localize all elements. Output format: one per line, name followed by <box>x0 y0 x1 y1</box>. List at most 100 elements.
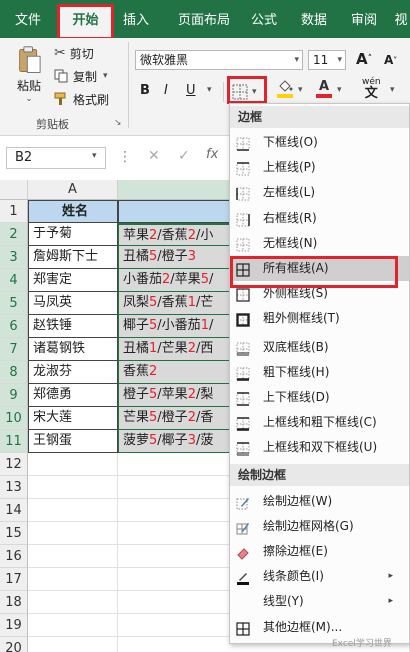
row-header[interactable]: 16 <box>0 545 28 568</box>
fill-dropdown-icon[interactable]: ▾ <box>298 85 303 95</box>
menu-item-top-thick-bottom-border[interactable]: 上框线和粗下框线(C) <box>230 410 409 435</box>
tab-page-layout[interactable]: 页面布局 <box>168 8 240 34</box>
empty-cell[interactable] <box>28 614 118 637</box>
name-cell[interactable]: 宋大莲 <box>28 407 118 430</box>
fill-color-button[interactable] <box>277 80 293 98</box>
menu-item-top-double-bottom-border[interactable]: 上框线和双下框线(U) <box>230 435 409 460</box>
row-header[interactable]: 7 <box>0 338 28 361</box>
chevron-down-icon[interactable]: ▾ <box>92 151 97 161</box>
empty-cell[interactable] <box>28 476 118 499</box>
row-header[interactable]: 18 <box>0 591 28 614</box>
row-header[interactable]: 20 <box>0 637 28 652</box>
column-header[interactable]: A <box>28 180 118 200</box>
fruit-name: 菠萝 <box>123 433 150 448</box>
row-header[interactable]: 2 <box>0 223 28 246</box>
paste-dropdown-icon[interactable]: ⌄ <box>25 94 33 104</box>
name-cell[interactable]: 赵铁锤 <box>28 315 118 338</box>
decrease-font-button[interactable]: A ˅ <box>384 53 397 67</box>
row-header[interactable]: 1 <box>0 200 28 223</box>
cancel-icon[interactable]: ✕ <box>148 148 160 164</box>
menu-item-no-border[interactable]: 无框线(N) <box>230 231 409 256</box>
empty-cell[interactable] <box>28 453 118 476</box>
fruit-name: 芒果 <box>123 410 150 425</box>
phonetic-dropdown-icon[interactable]: ▾ <box>390 85 395 95</box>
cut-label: 剪切 <box>69 46 94 61</box>
menu-item-eraser[interactable]: 擦除边框(E) <box>230 539 409 564</box>
row-header[interactable]: 19 <box>0 614 28 637</box>
empty-cell[interactable] <box>28 545 118 568</box>
enter-icon[interactable]: ✓ <box>178 148 190 164</box>
name-cell[interactable]: 郑德勇 <box>28 384 118 407</box>
paste-button[interactable]: 粘贴 ⌄ <box>12 46 46 104</box>
name-cell[interactable]: 诸葛钢铁 <box>28 338 118 361</box>
menu-item-top-border[interactable]: 上框线(P) <box>230 155 409 180</box>
row-header[interactable]: 10 <box>0 407 28 430</box>
row-header[interactable]: 12 <box>0 453 28 476</box>
menu-item-top-bottom-border[interactable]: 上下框线(D) <box>230 385 409 410</box>
eraser-icon <box>236 544 250 560</box>
name-cell[interactable]: 马凤英 <box>28 292 118 315</box>
row-header[interactable]: 3 <box>0 246 28 269</box>
name-cell[interactable]: 詹姆斯下士 <box>28 246 118 269</box>
increase-font-button[interactable]: A ˄ <box>356 50 372 68</box>
cut-button[interactable]: ✂ 剪切 <box>54 44 94 62</box>
tab-view[interactable]: 视 <box>392 8 410 34</box>
empty-cell[interactable] <box>28 499 118 522</box>
empty-cell[interactable] <box>28 591 118 614</box>
tab-data[interactable]: 数据 <box>294 8 334 34</box>
row-header[interactable]: 15 <box>0 522 28 545</box>
row-header[interactable]: 17 <box>0 568 28 591</box>
menu-item-thick-outside-borders[interactable]: 粗外侧框线(T) <box>230 306 409 331</box>
tab-insert[interactable]: 插入 <box>116 8 156 34</box>
name-box[interactable]: B2 <box>6 147 106 169</box>
name-cell[interactable]: 郑害定 <box>28 269 118 292</box>
format-painter-button[interactable]: 格式刷 <box>54 90 109 108</box>
name-cell[interactable]: 于予菊 <box>28 223 118 246</box>
bold-button[interactable]: B <box>140 83 150 98</box>
fruit-quantity: 1 <box>200 318 209 333</box>
row-header[interactable]: 11 <box>0 430 28 453</box>
empty-cell[interactable] <box>28 522 118 545</box>
font-name-box[interactable]: 微软雅黑 ▾ <box>135 50 303 70</box>
tab-file[interactable]: 文件 <box>6 8 50 34</box>
table-header-name[interactable]: 姓名 <box>28 200 118 223</box>
copy-dropdown-icon[interactable]: ▾ <box>103 71 108 81</box>
menu-item-thick-bottom-border[interactable]: 粗下框线(H) <box>230 360 409 385</box>
row-header[interactable]: 6 <box>0 315 28 338</box>
menu-item-draw-border[interactable]: 绘制边框(W) <box>230 489 409 514</box>
italic-button[interactable]: I <box>164 83 168 98</box>
insert-function-icon[interactable]: fx <box>206 147 218 162</box>
select-all-corner[interactable] <box>0 180 28 200</box>
empty-cell[interactable] <box>28 568 118 591</box>
menu-section-draw-borders: 绘制边框 <box>230 463 409 486</box>
row-header[interactable]: 13 <box>0 476 28 499</box>
name-cell[interactable]: 王钢蛋 <box>28 430 118 453</box>
row-header[interactable]: 14 <box>0 499 28 522</box>
row-header[interactable]: 5 <box>0 292 28 315</box>
underline-button[interactable]: U <box>186 83 196 98</box>
row-header[interactable]: 8 <box>0 361 28 384</box>
tab-formulas[interactable]: 公式 <box>244 8 284 34</box>
menu-item-label: 线条颜色(I) <box>263 569 324 584</box>
tab-review[interactable]: 审阅 <box>344 8 384 34</box>
font-size-box[interactable]: 11 ▾ <box>308 50 346 70</box>
row-header[interactable]: 4 <box>0 269 28 292</box>
name-cell[interactable]: 龙淑芬 <box>28 361 118 384</box>
dialog-launcher-icon[interactable]: ↘ <box>114 118 122 128</box>
menu-item-label: 下框线(O) <box>263 135 318 149</box>
menu-item-double-bottom-border[interactable]: 双底框线(B) <box>230 335 409 360</box>
menu-item-right-border[interactable]: 右框线(R) <box>230 206 409 231</box>
menu-item-left-border[interactable]: 左框线(L) <box>230 180 409 205</box>
underline-dropdown-icon[interactable]: ▾ <box>207 85 212 95</box>
menu-item-label: 线型(Y) <box>263 594 304 609</box>
menu-item-draw-border-grid[interactable]: 绘制边框网格(G) <box>230 514 409 539</box>
menu-item-line-color[interactable]: 线条颜色(I) ▸ <box>230 564 409 589</box>
copy-button[interactable]: 复制 ▾ <box>54 67 108 85</box>
phonetic-button[interactable]: wén 文 <box>362 76 381 100</box>
empty-cell[interactable] <box>28 637 118 652</box>
font-color-button[interactable]: A <box>316 80 332 98</box>
row-header[interactable]: 9 <box>0 384 28 407</box>
menu-item-line-style[interactable]: 线型(Y) ▸ <box>230 589 409 614</box>
menu-item-bottom-border[interactable]: 下框线(O) <box>230 130 409 155</box>
font-color-dropdown-icon[interactable]: ▾ <box>337 85 342 95</box>
